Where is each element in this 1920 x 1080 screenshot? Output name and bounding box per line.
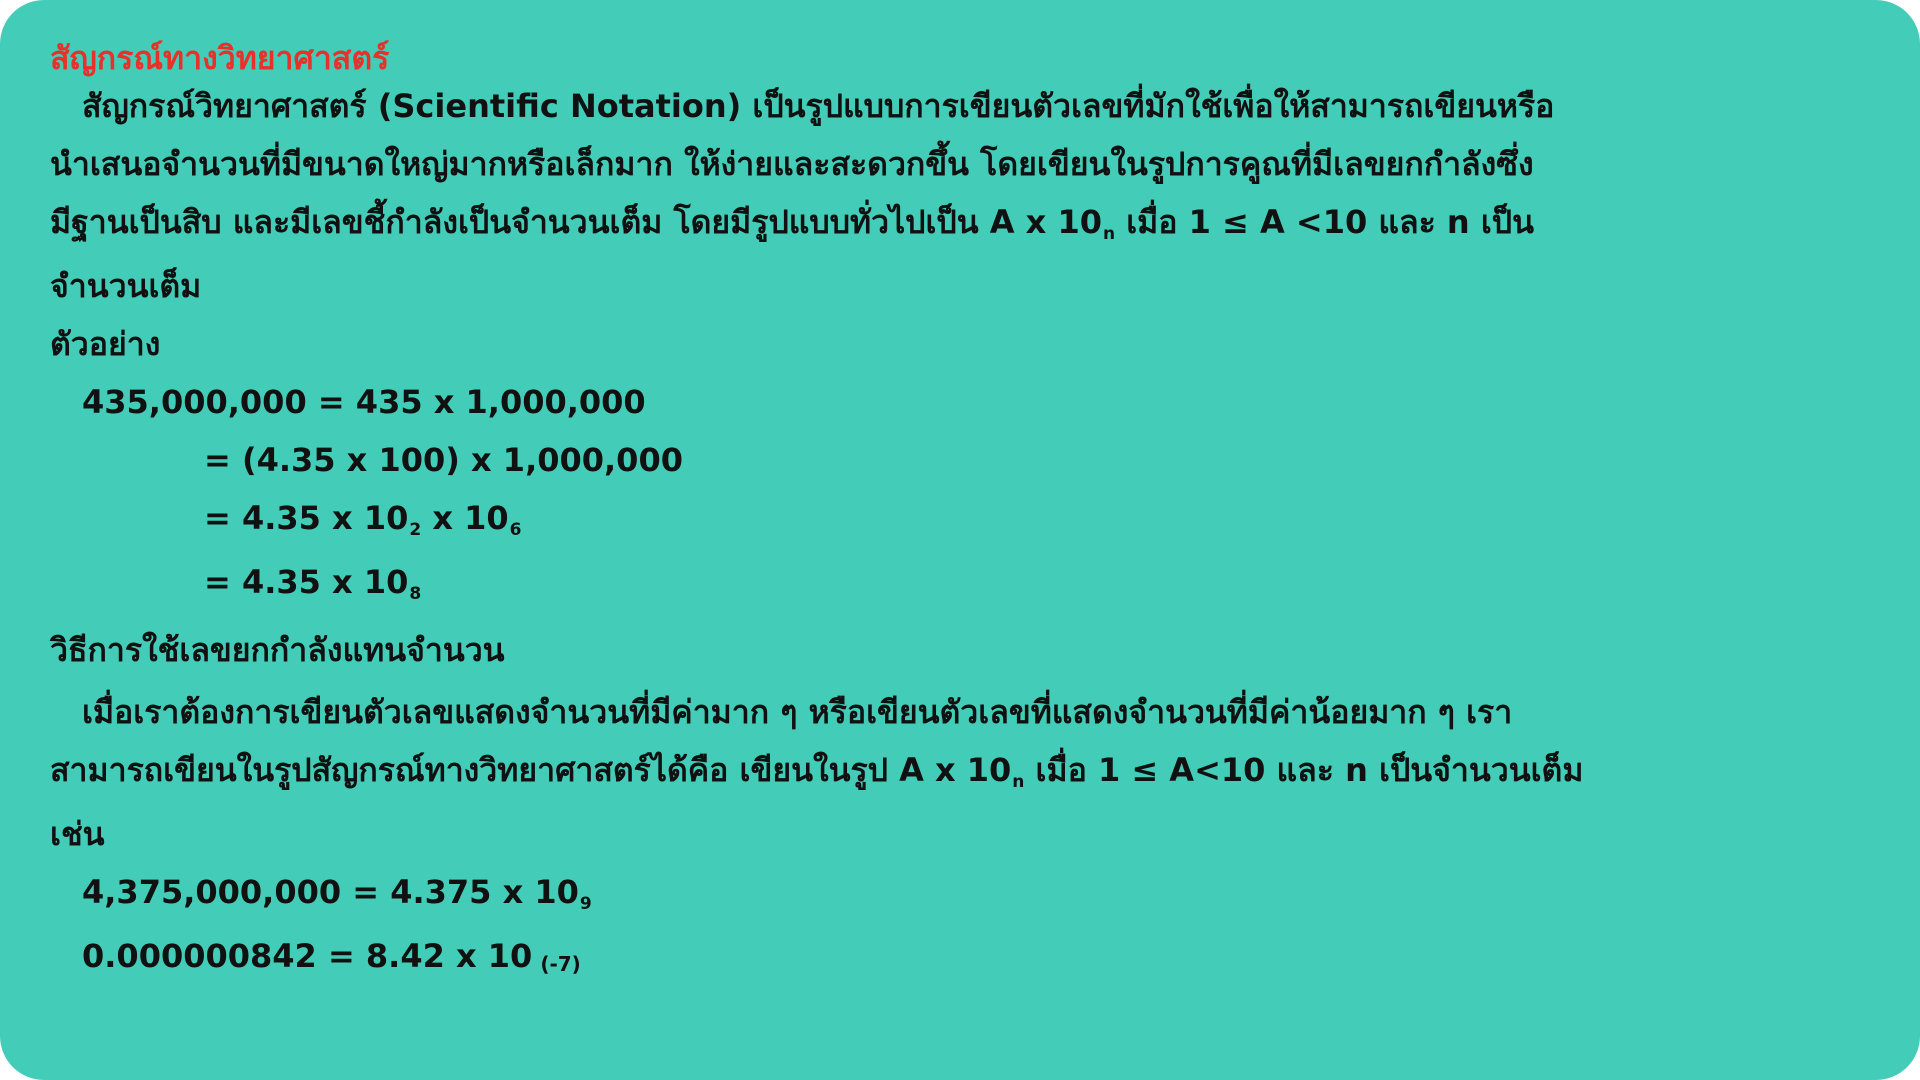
example-step-4: = 4.35 x 108 <box>204 562 421 608</box>
content-card: สัญกรณ์ทางวิทยาศาสตร์ สัญกรณ์วิทยาศาสตร์… <box>0 0 1920 1080</box>
example-step-3: = 4.35 x 102 x 106 <box>204 498 522 544</box>
example-step-4-text: = 4.35 x 10 <box>204 563 409 601</box>
exponent-8: 8 <box>409 584 422 604</box>
example2-line-2: 0.000000842 = 8.42 x 10 (-7) <box>82 936 581 980</box>
intro-line-2: นำเสนอจำนวนที่มีขนาดใหญ่มากหรือเล็กมาก ใ… <box>50 145 1534 183</box>
method-heading: วิธีการใช้เลขยกกำลังแทนจำนวน <box>50 631 505 669</box>
example-step-1: 435,000,000 = 435 x 1,000,000 <box>82 383 646 421</box>
exponent-6: 6 <box>509 520 522 540</box>
method-line-2-text-a: สามารถเขียนในรูปสัญกรณ์ทางวิทยาศาสตร์ได้… <box>50 751 1012 789</box>
exponent-9: 9 <box>579 894 592 914</box>
example2-line-1-text: 4,375,000,000 = 4.375 x 10 <box>82 873 579 911</box>
method-line-2: สามารถเขียนในรูปสัญกรณ์ทางวิทยาศาสตร์ได้… <box>50 750 1583 796</box>
example2-line-1: 4,375,000,000 = 4.375 x 109 <box>82 872 592 918</box>
method-line-2-text-b: เมื่อ 1 ≤ A<10 และ n เป็นจำนวนเต็ม <box>1024 751 1584 789</box>
intro-line-3-text-b: เมื่อ 1 ≤ A <10 และ n เป็น <box>1115 203 1534 241</box>
intro-line-3: มีฐานเป็นสิบ และมีเลขชี้กำลังเป็นจำนวนเต… <box>50 202 1534 248</box>
example-step-3-text-a: = 4.35 x 10 <box>204 499 409 537</box>
exponent-n: n <box>1102 224 1116 244</box>
intro-line-4: จำนวนเต็ม <box>50 267 202 305</box>
example2-line-2-text: 0.000000842 = 8.42 x 10 <box>82 937 533 975</box>
example-step-2: = (4.35 x 100) x 1,000,000 <box>204 441 683 479</box>
intro-line-3-text-a: มีฐานเป็นสิบ และมีเลขชี้กำลังเป็นจำนวนเต… <box>50 203 1102 241</box>
exponent-2: 2 <box>409 520 422 540</box>
exponent-n-2: n <box>1012 772 1025 792</box>
method-line-3: เช่น <box>50 815 105 853</box>
intro-line-1: สัญกรณ์วิทยาศาสตร์ (Scientific Notation)… <box>82 87 1555 125</box>
example-step-3-text-b: x 10 <box>421 499 509 537</box>
method-line-1: เมื่อเราต้องการเขียนตัวเลขแสดงจำนวนที่มี… <box>82 693 1513 731</box>
page-title: สัญกรณ์ทางวิทยาศาสตร์ <box>50 39 390 77</box>
exponent-neg-7: (-7) <box>540 952 581 976</box>
example-heading: ตัวอย่าง <box>50 325 161 363</box>
